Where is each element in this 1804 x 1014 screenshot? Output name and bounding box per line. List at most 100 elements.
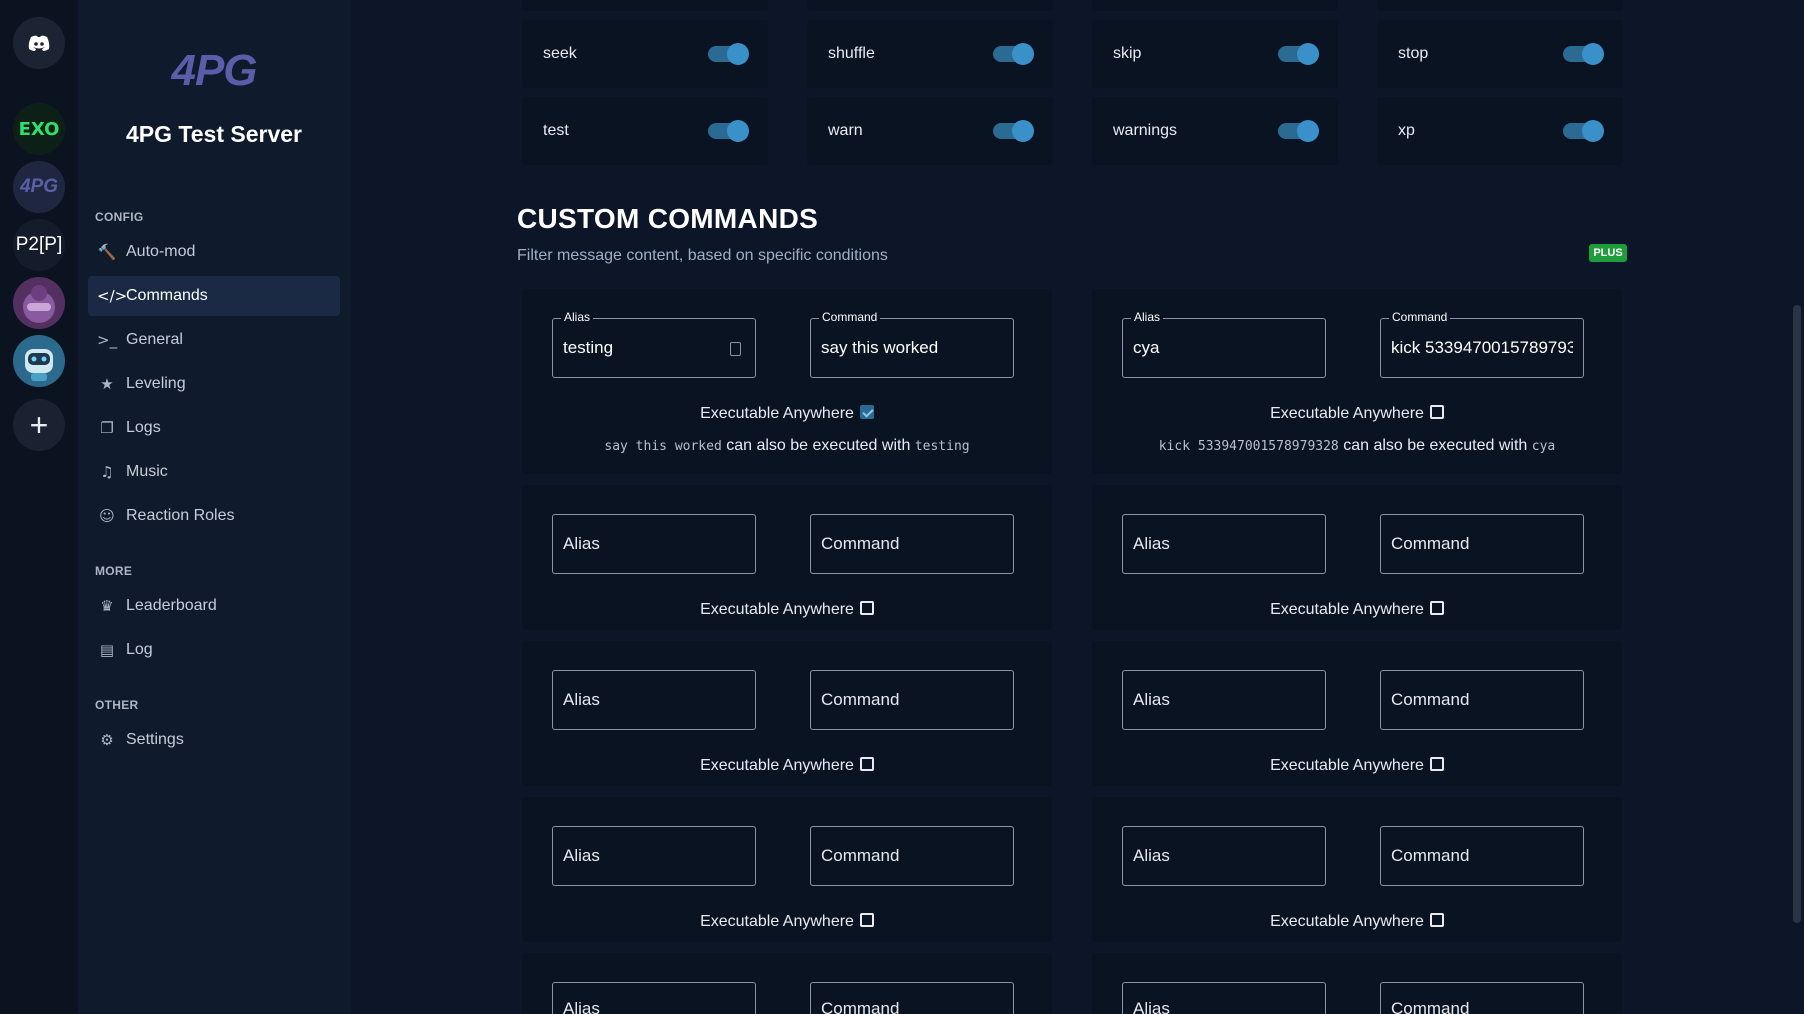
command-name: warn xyxy=(828,122,863,139)
guild-avatar-two[interactable] xyxy=(13,335,65,387)
executable-anywhere-checkbox[interactable] xyxy=(1429,405,1444,419)
nav-item-leaderboard[interactable]: ♛ Leaderboard xyxy=(88,586,340,626)
executable-anywhere-label: Executable Anywhere xyxy=(700,405,854,422)
nav-item-commands[interactable]: </> Commands xyxy=(88,276,340,316)
scrollbar[interactable] xyxy=(1790,0,1804,1014)
nav-item-general[interactable]: >_ General xyxy=(88,320,340,360)
toggle-card-partial xyxy=(1092,0,1338,11)
custom-command-card: Alias Command Executable Anywhere xyxy=(522,485,1052,630)
command-input[interactable]: Command xyxy=(1380,982,1584,1014)
command-input[interactable]: Command xyxy=(810,670,1014,730)
command-toggle-switch[interactable] xyxy=(1563,43,1604,65)
plus-badge: PLUS xyxy=(1589,244,1627,262)
section-title: CUSTOM COMMANDS xyxy=(517,203,819,234)
command-toggle-switch[interactable] xyxy=(1278,43,1319,65)
executable-anywhere-row: Executable Anywhere xyxy=(1092,405,1622,423)
executable-anywhere-checkbox[interactable] xyxy=(1429,601,1444,615)
avatar-icon xyxy=(23,285,55,323)
command-name: test xyxy=(543,122,569,139)
server-logo: 4PG xyxy=(171,46,257,95)
server-name: 4PG Test Server xyxy=(125,121,302,147)
executable-anywhere-row: Executable Anywhere xyxy=(522,601,1052,619)
executable-anywhere-checkbox[interactable] xyxy=(859,405,874,419)
alias-input[interactable]: Alias xyxy=(1122,982,1326,1014)
alias-input[interactable]: Alias xyxy=(1122,670,1326,730)
executable-anywhere-label: Executable Anywhere xyxy=(700,913,854,930)
discord-icon xyxy=(28,35,50,51)
custom-command-card: Alias Command Executable Anywhere xyxy=(1092,797,1622,942)
custom-command-card: Alias testing Command say this worked Ex… xyxy=(522,289,1052,474)
alias-input[interactable]: Alias xyxy=(1122,514,1326,574)
executable-anywhere-checkbox[interactable] xyxy=(859,757,874,771)
note-alias: cya xyxy=(1531,439,1556,454)
command-field[interactable]: Command say this worked xyxy=(810,310,1014,378)
command-toggle-switch[interactable] xyxy=(1563,120,1604,142)
command-field[interactable]: Command kick 533947001578979328 xyxy=(1380,310,1584,378)
custom-command-card: Alias Command Executable Anywhere xyxy=(1092,485,1622,630)
nav-item-leveling[interactable]: ★ Leveling xyxy=(88,364,340,404)
alias-input[interactable]: Alias xyxy=(552,514,756,574)
alias-field[interactable]: Alias cya xyxy=(1122,310,1326,378)
guild-exo[interactable]: EXO xyxy=(13,103,65,155)
nav-item-log[interactable]: ▤ Log xyxy=(88,630,340,670)
nav-item-reaction-roles[interactable]: ☺ Reaction Roles xyxy=(88,496,340,536)
nav-item-music[interactable]: ♫ Music xyxy=(88,452,340,492)
command-toggle-switch[interactable] xyxy=(708,43,749,65)
command-placeholder: Command xyxy=(1391,534,1470,553)
command-toggle-switch[interactable] xyxy=(708,120,749,142)
command-name: stop xyxy=(1398,45,1429,62)
autofill-icon[interactable] xyxy=(730,342,741,356)
executable-anywhere-checkbox[interactable] xyxy=(1429,913,1444,927)
alias-input[interactable]: Alias xyxy=(1122,826,1326,886)
command-name: xp xyxy=(1398,122,1415,139)
alias-input[interactable]: Alias xyxy=(552,826,756,886)
note-command: say this worked xyxy=(604,439,722,454)
executable-anywhere-checkbox[interactable] xyxy=(859,601,874,615)
alias-placeholder: Alias xyxy=(563,690,600,709)
command-toggle-card: skip xyxy=(1092,20,1338,88)
alias-placeholder: Alias xyxy=(1133,534,1170,553)
command-note: say this worked can also be executed wit… xyxy=(522,437,1052,455)
executable-anywhere-label: Executable Anywhere xyxy=(1270,757,1424,774)
command-toggle-switch[interactable] xyxy=(993,120,1034,142)
alias-input[interactable]: Alias xyxy=(552,670,756,730)
discord-home-button[interactable] xyxy=(13,17,65,69)
command-toggle-card: warn xyxy=(807,97,1053,165)
command-input[interactable]: Command xyxy=(1380,826,1584,886)
guild-avatar-one[interactable] xyxy=(13,277,65,329)
alias-field[interactable]: Alias testing xyxy=(552,310,756,378)
command-input[interactable]: Command xyxy=(810,982,1014,1014)
toggle-card-partial xyxy=(1377,0,1623,11)
command-placeholder: Command xyxy=(1391,690,1470,709)
command-legend: Command xyxy=(819,310,881,324)
alias-placeholder: Alias xyxy=(1133,999,1170,1014)
clone-icon: ❐ xyxy=(100,419,114,437)
nav-item-auto-mod[interactable]: 🔨 Auto-mod xyxy=(88,232,340,272)
command-toggle-switch[interactable] xyxy=(993,43,1034,65)
nav-item-settings[interactable]: ⚙ Settings xyxy=(88,720,340,760)
command-input[interactable]: Command xyxy=(810,514,1014,574)
command-toggle-switch[interactable] xyxy=(1278,120,1319,142)
command-input[interactable]: Command xyxy=(810,826,1014,886)
command-input[interactable]: Command xyxy=(1380,514,1584,574)
guild-p2p[interactable]: P2[P] xyxy=(13,219,65,271)
executable-anywhere-checkbox[interactable] xyxy=(1429,757,1444,771)
toggle-card-partial xyxy=(807,0,1053,11)
alias-legend: Alias xyxy=(561,310,594,324)
nav-item-label: Leaderboard xyxy=(126,597,217,614)
command-name: warnings xyxy=(1113,122,1178,139)
note-command: kick 533947001578979328 xyxy=(1158,439,1339,454)
command-note: kick 533947001578979328 can also be exec… xyxy=(1092,437,1622,455)
executable-anywhere-label: Executable Anywhere xyxy=(1270,913,1424,930)
command-placeholder: Command xyxy=(1391,846,1470,865)
nav-item-logs[interactable]: ❐ Logs xyxy=(88,408,340,448)
executable-anywhere-checkbox[interactable] xyxy=(859,913,874,927)
executable-anywhere-row: Executable Anywhere xyxy=(522,405,1052,423)
note-alias: testing xyxy=(914,439,970,454)
scrollbar-thumb[interactable] xyxy=(1793,305,1801,923)
sidebar: 4PG 4PG Test Server CONFIG 🔨 Auto-mod </… xyxy=(78,0,350,1014)
guild-4pg[interactable]: 4PG xyxy=(13,161,65,213)
alias-input[interactable]: Alias xyxy=(552,982,756,1014)
command-input[interactable]: Command xyxy=(1380,670,1584,730)
add-server-button[interactable]: + xyxy=(13,399,65,451)
